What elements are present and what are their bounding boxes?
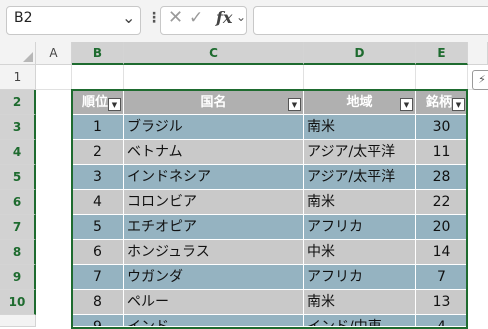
row-header-1[interactable]: 1 [0,65,36,90]
chevron-down-icon[interactable]: ⌄ [236,10,246,24]
name-box-value: B2 [14,10,33,26]
selection-border [71,89,468,329]
chevron-down-icon[interactable]: ⌄ [122,8,135,27]
row-header-9[interactable]: 9 [0,265,36,290]
close-icon[interactable]: ✕ [168,7,183,28]
row-header-10[interactable]: 10 [0,290,36,315]
row-header-5[interactable]: 5 [0,165,36,190]
column-header-b[interactable]: B [72,42,124,65]
insert-function-button[interactable]: fx [216,8,232,27]
column-header-c[interactable]: C [124,42,304,65]
row-header-8[interactable]: 8 [0,240,36,265]
column-header-a[interactable]: A [36,42,72,65]
more-options-icon[interactable]: ⋮ [147,10,161,26]
column-header-e[interactable]: E [416,42,468,65]
check-icon[interactable]: ✓ [189,8,203,28]
row-header-7[interactable]: 7 [0,215,36,240]
row-header-2[interactable]: 2 [0,90,36,115]
row-header-4[interactable]: 4 [0,140,36,165]
quick-analysis-icon[interactable]: ⚡ [472,70,488,90]
select-all-triangle-icon [23,52,33,62]
row-header-3[interactable]: 3 [0,115,36,140]
column-header-d[interactable]: D [304,42,416,65]
formula-input[interactable] [253,6,488,35]
row-header-6[interactable]: 6 [0,190,36,215]
row-header-11[interactable] [0,315,36,327]
column-header-f[interactable] [468,42,488,65]
